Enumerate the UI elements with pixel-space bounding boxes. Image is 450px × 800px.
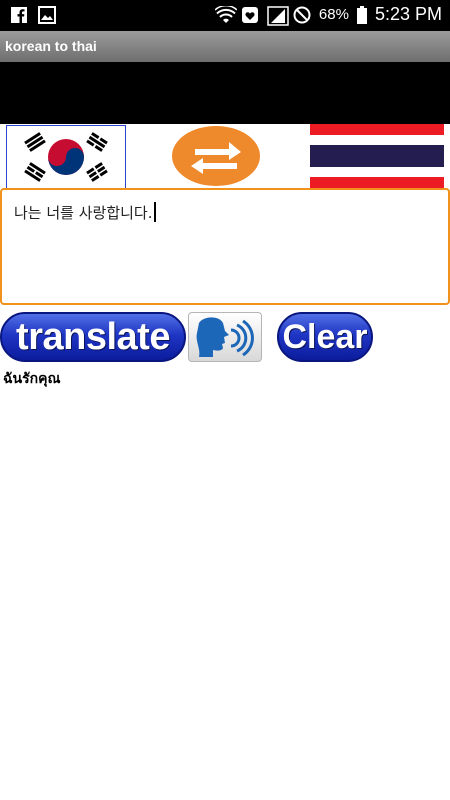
heart-icon [241,6,259,24]
action-buttons: translate Clear [0,312,450,364]
clear-button-label: Clear [282,317,368,356]
status-bar: 68% 5:23 PM [0,0,450,31]
wifi-icon [214,4,238,24]
clear-button[interactable]: Clear [277,312,373,362]
thailand-flag-button[interactable] [310,124,444,188]
source-text-input[interactable]: 나는 너를 사랑합니다. [0,188,450,305]
gallery-icon [38,6,56,24]
language-selector-row [0,124,450,189]
swap-languages-button[interactable] [171,125,261,187]
text-cursor [153,202,156,222]
korea-flag-button[interactable] [6,125,126,189]
speak-button[interactable] [188,312,262,362]
translate-button-label: translate [16,315,170,358]
battery-percent: 68% [318,6,349,23]
clock: 5:23 PM [374,4,442,24]
source-text-value: 나는 너를 사랑합니다. [14,204,153,222]
do-not-disturb-icon [293,6,311,24]
facebook-icon [10,6,28,24]
battery-icon [356,5,367,24]
title-bar: korean to thai [0,31,450,62]
speaking-head-icon [196,317,254,357]
translate-button[interactable]: translate [0,312,186,362]
signal-icon [267,5,289,26]
app-title: korean to thai [5,38,97,54]
translation-result: ฉันรักคุณ [3,371,61,387]
ad-banner [0,62,450,124]
